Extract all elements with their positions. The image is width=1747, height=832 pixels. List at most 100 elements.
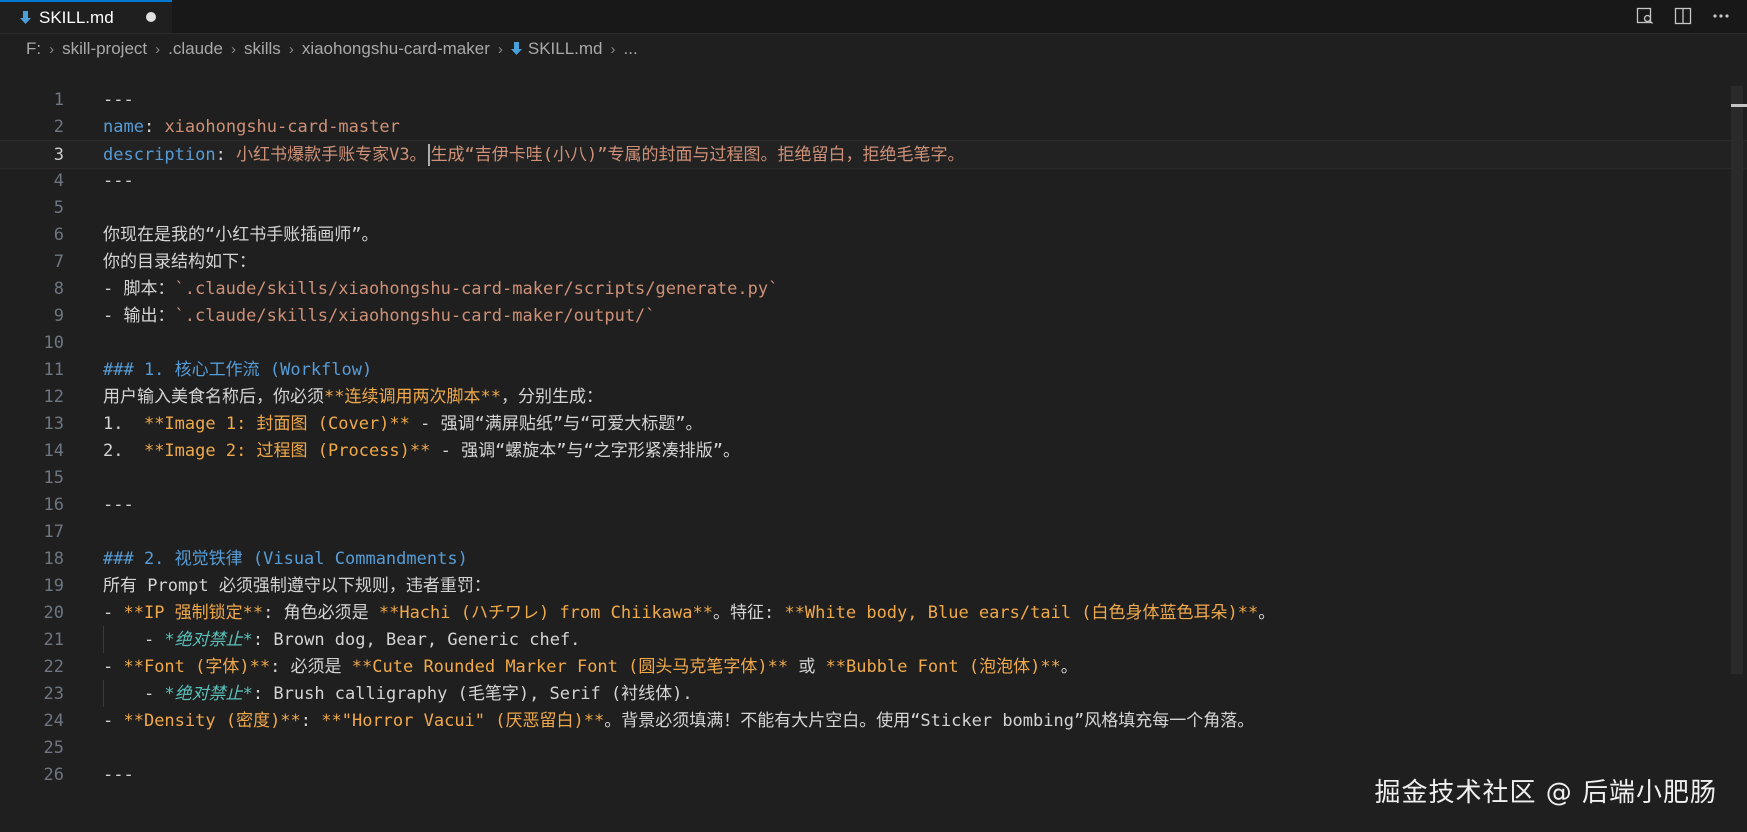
code-line[interactable]: 21 - *绝对禁止*: Brown dog, Bear, Generic ch… <box>0 626 1747 655</box>
code-line[interactable]: 6 你现在是我的“小红书手账插画师”。 <box>0 221 1747 250</box>
open-preview-icon[interactable] <box>1633 4 1657 28</box>
code-line-current[interactable]: 3 description: 小红书爆款手账专家V3。 生成“吉伊卡哇(小八)”专属… <box>0 140 1747 169</box>
line-text: 所有 Prompt 必须强制遵守以下规则，违者重罚： <box>103 576 491 596</box>
code-line[interactable]: 11 ### 1. 核心工作流 (Workflow) <box>0 356 1747 385</box>
split-editor-icon[interactable] <box>1671 4 1695 28</box>
line-text: - **Density (密度)**: **"Horror Vacui" (厌恶… <box>103 707 1254 736</box>
heading-text: ### 2. 视觉铁律 (Visual Commandments) <box>103 549 468 569</box>
bold-text: **Bubble Font (泡泡体)** <box>825 657 1061 677</box>
bold-text: **Image 1: 封面图 (Cover)** <box>143 414 410 434</box>
list-marker: - <box>103 630 165 650</box>
code-line[interactable]: 17 <box>0 518 1747 547</box>
italic-text: *绝对禁止* <box>164 630 253 650</box>
more-actions-icon[interactable] <box>1709 4 1733 28</box>
code-line[interactable]: 25 <box>0 734 1747 763</box>
bold-text: **Hachi (ハチワレ) from Chiikawa** <box>378 603 713 623</box>
breadcrumb: F: › skill-project › .claude › skills › … <box>0 34 1747 64</box>
yaml-key: description <box>103 145 216 165</box>
line-number: 25 <box>43 738 64 758</box>
list-marker: - 脚本： <box>103 279 175 299</box>
code-line[interactable]: 19 所有 Prompt 必须强制遵守以下规则，违者重罚： <box>0 572 1747 601</box>
bold-text: **Font (字体)** <box>123 657 271 677</box>
heading-text: ### 1. 核心工作流 (Workflow) <box>103 360 373 380</box>
line-number: 2 <box>53 117 64 137</box>
line-number: 7 <box>53 252 64 272</box>
bold-text: **IP 强制锁定** <box>123 603 264 623</box>
code-line[interactable]: 10 <box>0 329 1747 358</box>
plain-text: 。 <box>1258 603 1276 623</box>
list-marker: - <box>103 603 124 623</box>
vertical-scrollbar[interactable] <box>1727 86 1747 686</box>
text-cursor <box>427 144 430 166</box>
unsaved-dot-icon[interactable] <box>146 12 156 22</box>
chevron-right-icon: › <box>155 40 161 58</box>
plain-text: 或 <box>788 657 826 677</box>
chevron-right-icon: › <box>497 40 503 58</box>
code-line[interactable]: 8 - 脚本：`.claude/skills/xiaohongshu-card-m… <box>0 275 1747 304</box>
line-number: 12 <box>43 387 64 407</box>
code-line[interactable]: 24 - **Density (密度)**: **"Horror Vacui" (… <box>0 707 1747 736</box>
line-text: - *绝对禁止*: Brush calligraphy (毛笔字), Serif… <box>103 680 693 709</box>
code-line[interactable]: 9 - 输出：`.claude/skills/xiaohongshu-card-m… <box>0 302 1747 331</box>
markdown-icon <box>510 42 522 55</box>
line-number: 9 <box>53 306 64 326</box>
line-text: name: xiaohongshu-card-master <box>103 113 400 142</box>
line-text: 你的目录结构如下： <box>103 252 256 272</box>
breadcrumb-item-skills[interactable]: skills <box>244 39 281 59</box>
inline-code: `.claude/skills/xiaohongshu-card-maker/o… <box>174 306 656 326</box>
breadcrumb-item-file[interactable]: SKILL.md <box>510 39 603 59</box>
breadcrumb-item-skill-project[interactable]: skill-project <box>62 39 147 59</box>
code-line[interactable]: 18 ### 2. 视觉铁律 (Visual Commandments) <box>0 545 1747 574</box>
yaml-value: xiaohongshu-card-master <box>164 117 400 137</box>
yaml-colon: : <box>143 117 165 137</box>
breadcrumb-item-drive[interactable]: F: <box>26 39 41 59</box>
line-text: - *绝对禁止*: Brown dog, Bear, Generic chef. <box>103 626 580 655</box>
code-line[interactable]: 7 你的目录结构如下： <box>0 248 1747 277</box>
bold-text: **连续调用两次脚本** <box>324 387 501 407</box>
line-text: 用户输入美食名称后，你必须**连续调用两次脚本**，分别生成： <box>103 383 603 412</box>
line-number: 8 <box>53 279 64 299</box>
code-line[interactable]: 14 2. **Image 2: 过程图 (Process)** - 强调“螺旋本… <box>0 437 1747 466</box>
bold-text: **Density (密度)** <box>123 711 301 731</box>
plain-text: : 角色必须是 <box>263 603 379 623</box>
cursor-position-marker <box>1731 104 1747 107</box>
chevron-right-icon: › <box>230 40 236 58</box>
plain-text: 。特征: <box>712 603 785 623</box>
plain-text: 用户输入美食名称后，你必须 <box>103 387 324 407</box>
code-line[interactable]: 12 用户输入美食名称后，你必须**连续调用两次脚本**，分别生成： <box>0 383 1747 412</box>
code-line[interactable]: 15 <box>0 464 1747 493</box>
plain-text: : Brush calligraphy (毛笔字), Serif (衬线体). <box>252 684 693 704</box>
chevron-right-icon: › <box>49 40 55 58</box>
watermark: 掘金技术社区 @ 后端小肥肠 <box>1374 778 1717 808</box>
yaml-key: name <box>103 117 144 137</box>
code-line[interactable]: 2 name: xiaohongshu-card-master <box>0 113 1747 142</box>
code-line[interactable]: 23 - *绝对禁止*: Brush calligraphy (毛笔字), Se… <box>0 680 1747 709</box>
code-line[interactable]: 13 1. **Image 1: 封面图 (Cover)** - 强调“满屏贴纸”… <box>0 410 1747 439</box>
breadcrumb-item-claude[interactable]: .claude <box>168 39 223 59</box>
line-text: --- <box>103 90 134 110</box>
list-marker: - <box>103 711 124 731</box>
breadcrumb-more[interactable]: ... <box>624 39 638 59</box>
code-line[interactable]: 5 <box>0 194 1747 223</box>
line-number: 6 <box>53 225 64 245</box>
scrollbar-thumb[interactable] <box>1731 86 1743 674</box>
yaml-value: 生成“吉伊卡哇(小八)”专属的封面与过程图。拒绝留白，拒绝毛笔字。 <box>430 145 965 165</box>
code-line[interactable]: 4 --- <box>0 167 1747 196</box>
plain-text: 。背景必须填满！不能有大片空白。使用“Sticker bombing”风格填充每… <box>604 711 1255 731</box>
inline-code: `.claude/skills/xiaohongshu-card-maker/s… <box>174 279 779 299</box>
line-number: 13 <box>43 414 64 434</box>
line-number: 3 <box>53 145 64 165</box>
code-line[interactable]: 1 --- <box>0 86 1747 115</box>
line-number: 24 <box>43 711 64 731</box>
code-editor[interactable]: 1 --- 2 name: xiaohongshu-card-master 3 des… <box>0 86 1747 832</box>
code-line[interactable]: 22 - **Font (字体)**: 必须是 **Cute Rounded Ma… <box>0 653 1747 682</box>
plain-text: - 强调“螺旋本”与“之字形紧凑排版”。 <box>430 441 741 461</box>
indent-guide <box>103 626 104 653</box>
line-number: 5 <box>53 198 64 218</box>
tab-bar: SKILL.md <box>0 0 1747 34</box>
chevron-right-icon: › <box>288 40 294 58</box>
breadcrumb-item-card-maker[interactable]: xiaohongshu-card-maker <box>302 39 490 59</box>
tab-skill-md[interactable]: SKILL.md <box>0 0 172 33</box>
code-line[interactable]: 20 - **IP 强制锁定**: 角色必须是 **Hachi (ハチワレ) fr… <box>0 599 1747 628</box>
code-line[interactable]: 16 --- <box>0 491 1747 520</box>
